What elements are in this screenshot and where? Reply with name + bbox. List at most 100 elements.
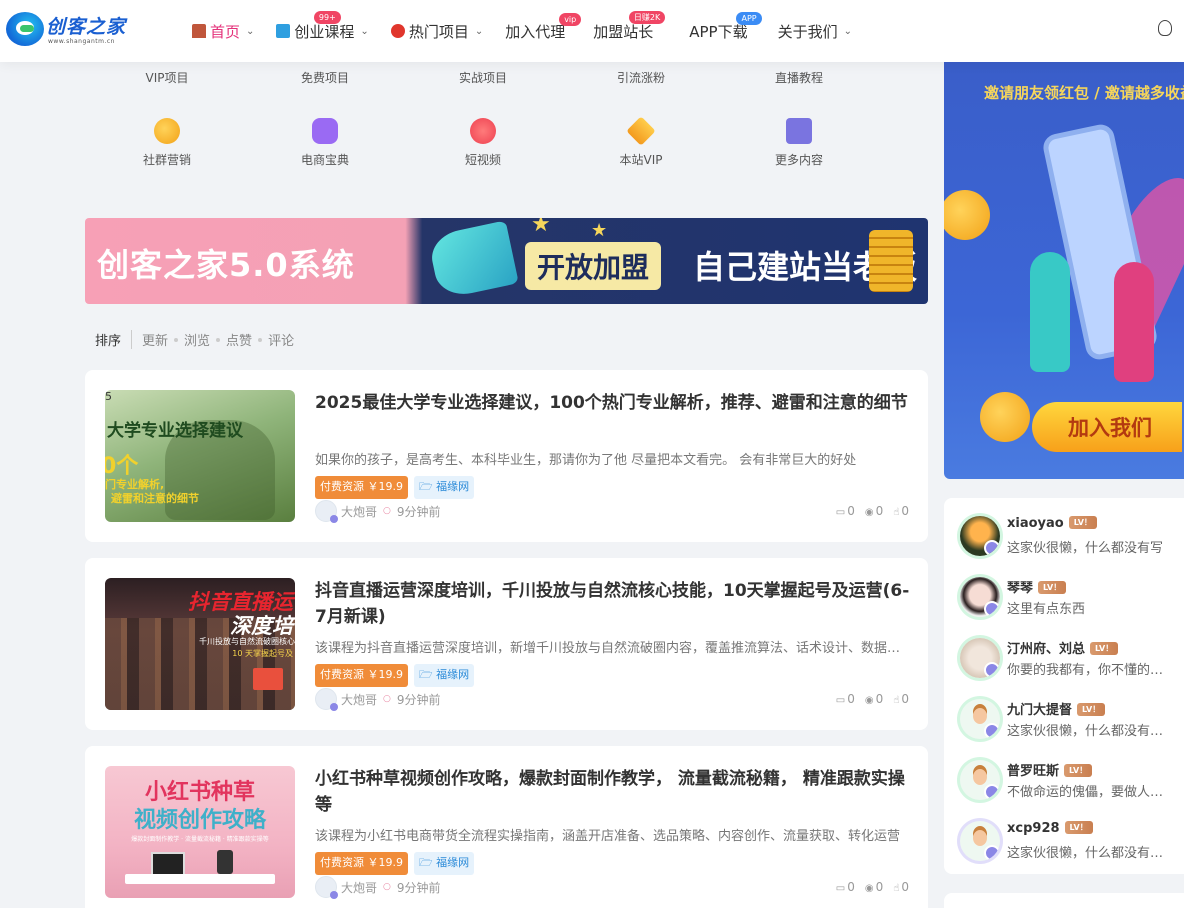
post-meta: 大炮哥 ○ 9分钟前 ▭ 0 ◉ 0 ☝ 0 [315,876,909,899]
category-label: 免费项目 [300,71,349,85]
category-label: 直播教程 [774,71,823,85]
post-title[interactable]: 2025最佳大学专业选择建议，100个热门专业解析，推荐、避雷和注意的细节 [315,390,911,416]
user-avatar[interactable] [960,638,1000,678]
star-icon: ★ [591,220,608,241]
nav-agent-label: 加入代理 [505,22,566,41]
chevron-down-icon: ⌄ [360,25,369,37]
post-meta: 大炮哥 ○ 9分钟前 ▭ 0 ◉ 0 ☝ 0 [315,688,909,711]
nav-home[interactable]: 首页 ⌄ [192,0,254,62]
like-count[interactable]: ☝ 0 [893,504,909,518]
user-avatar[interactable] [960,821,1000,861]
user-item[interactable]: 琴琴 LV！ 这里有点东西 [960,573,1184,619]
post-desc: 该课程为小红书电商带货全流程实操指南，涵盖开店准备、选品策略、内容创作、流量获取… [315,829,901,844]
level-badge: LV！ [1038,581,1067,594]
level-badge: LV！ [1068,516,1097,529]
category-practical-projects[interactable]: 实战项目 [433,69,533,86]
category-tag[interactable]: 🗁 福缘网 [414,664,475,687]
sort-option-comments[interactable]: 评论 [268,330,294,349]
post-tags: 付费资源 ￥19.9 🗁 福缘网 [315,476,475,499]
post-title[interactable]: 抖音直播运营深度培训，千川投放与自然流核心技能，10天掌握起号及运营(6-7月新… [315,578,911,630]
user-name: 汀州府、刘总 LV！ [1007,638,1119,657]
user-name-text: 九门大提督 [1007,703,1073,718]
author-avatar[interactable] [315,876,338,899]
user-item[interactable]: 汀州府、刘总 LV！ 你要的我都有，你不懂的我都懂 [960,634,1184,680]
post-time: 9分钟前 [396,504,441,519]
person-illustration [1030,252,1070,372]
nav-app-download[interactable]: APP下载 APP [689,0,762,62]
author-name[interactable]: 大炮哥 [341,879,377,896]
sort-option-likes[interactable]: 点赞 [226,330,252,349]
author-name[interactable]: 大炮哥 [341,503,377,520]
category-traffic[interactable]: 引流涨粉 [591,69,691,86]
category-tag[interactable]: 🗁 福缘网 [414,476,475,499]
comment-count: ▭ 0 [836,504,855,518]
post-card[interactable]: 抖音直播运 深度培 千川投放与自然流破圈核心 10 天掌握起号及 抖音直播运营深… [85,558,928,730]
comment-count: ▭ 0 [836,692,855,706]
author-avatar[interactable] [315,500,338,523]
nav-about[interactable]: 关于我们 ⌄ [778,0,852,62]
logo-url: www.shangantm.cn [48,38,115,45]
user-item[interactable]: xiaoyao LV！ 这家伙很懒，什么都没有写 [960,512,1184,558]
sort-option-views[interactable]: 浏览 [184,330,210,349]
category-short-video[interactable]: 短视频 [433,118,533,168]
eye-icon: ◉ [864,883,874,894]
user-avatar[interactable] [960,577,1000,617]
user-item[interactable]: xcp928 LV！ 这家伙很懒，什么都没有写... [960,817,1184,863]
category-free-projects[interactable]: 免费项目 [275,69,375,86]
category-ecommerce[interactable]: 电商宝典 [275,118,375,168]
user-avatar[interactable] [960,760,1000,800]
user-signature: 不做命运的傀儡，要做人生的主人 [1007,785,1172,800]
post-desc: 该课程为抖音直播运营深度培训，新增千川投放与自然流破圈内容，覆盖推流算法、话术设… [315,641,907,656]
post-title[interactable]: 小红书种草视频创作攻略，爆款封面制作教学， 流量截流秘籍， 精准跟款实操等 [315,766,911,818]
category-label: 电商宝典 [300,153,349,167]
comment-count-value: 0 [847,504,855,518]
like-count[interactable]: ☝ 0 [893,692,909,706]
view-count-value: 0 [875,880,884,894]
sort-option-update[interactable]: 更新 [142,330,168,349]
user-avatar[interactable] [960,699,1000,739]
lightbulb-icon[interactable] [1158,20,1172,36]
price-tag: 付费资源 ￥19.9 [315,664,408,687]
side-ad-banner[interactable]: 邀请朋友领红包 / 邀请越多收益 加入我们 [944,62,1184,479]
site-logo[interactable]: 创客之家 www.shangantm.cn [6,10,126,50]
category-tag[interactable]: 🗁 福缘网 [414,852,475,875]
join-us-button[interactable]: 加入我们 [1032,402,1182,452]
category-live[interactable]: 直播教程 [749,69,849,86]
user-avatar[interactable] [960,516,1000,556]
category-site-vip[interactable]: 本站VIP [591,116,691,168]
meta-separator: ○ [383,506,391,516]
nav-hot-projects[interactable]: 热门项目 ⌄ [390,0,484,62]
post-thumbnail[interactable]: 抖音直播运 深度培 千川投放与自然流破圈核心 10 天掌握起号及 [105,578,295,710]
view-count: ◉ 0 [865,880,883,894]
category-vip-projects[interactable]: VIP项目 [117,69,217,86]
post-thumbnail[interactable]: 小红书种草 视频创作攻略 爆款封面制作教学 · 流量截流秘籍 · 精准跟款实操等 [105,766,295,898]
post-thumbnail[interactable]: 大学专业选择建议 5 0个 门专业解析, 避雷和注意的细节 [105,390,295,522]
eye-icon: ◉ [864,507,874,518]
meta-separator: ○ [383,882,391,892]
user-signature: 这家伙很懒，什么都没有写... [1007,724,1172,739]
promo-banner[interactable]: 创客之家5.0系统 ★ ★ 开放加盟 自己建站当老板 [85,218,928,304]
nav-agent[interactable]: 加入代理 vip [505,0,582,62]
coin-icon [980,392,1030,442]
nav-franchise[interactable]: 加盟站长 日赚2K [593,0,666,62]
chevron-down-icon: ⌄ [474,25,484,37]
post-tags: 付费资源 ￥19.9 🗁 福缘网 [315,664,475,687]
like-count[interactable]: ☝ 0 [893,880,909,894]
active-users-panel: xiaoyao LV！ 这家伙很懒，什么都没有写 琴琴 LV！ 这里有点东西 汀州府… [944,498,1184,874]
author-name[interactable]: 大炮哥 [341,691,377,708]
category-community[interactable]: 社群营销 [117,118,217,168]
user-name: 九门大提督 LV！ [1007,699,1106,718]
user-name: 琴琴 LV！ [1007,577,1067,596]
monitor-icon [151,852,185,876]
author-avatar[interactable] [315,688,338,711]
post-card[interactable]: 大学专业选择建议 5 0个 门专业解析, 避雷和注意的细节 2025最佳大学专业… [85,370,928,542]
next-panel-edge [944,893,1184,908]
category-more[interactable]: 更多内容 [749,118,849,168]
nav-courses[interactable]: 创业课程 99+ ⌄ [276,0,369,62]
post-card[interactable]: 小红书种草 视频创作攻略 爆款封面制作教学 · 流量截流秘籍 · 精准跟款实操等… [85,746,928,908]
level-badge: LV！ [1077,703,1106,716]
user-name-text: 琴琴 [1007,581,1034,596]
comment-count-value: 0 [847,692,855,706]
user-item[interactable]: 普罗旺斯 LV！ 不做命运的傀儡，要做人生的主人 [960,756,1184,802]
user-item[interactable]: 九门大提督 LV！ 这家伙很懒，什么都没有写... [960,695,1184,741]
